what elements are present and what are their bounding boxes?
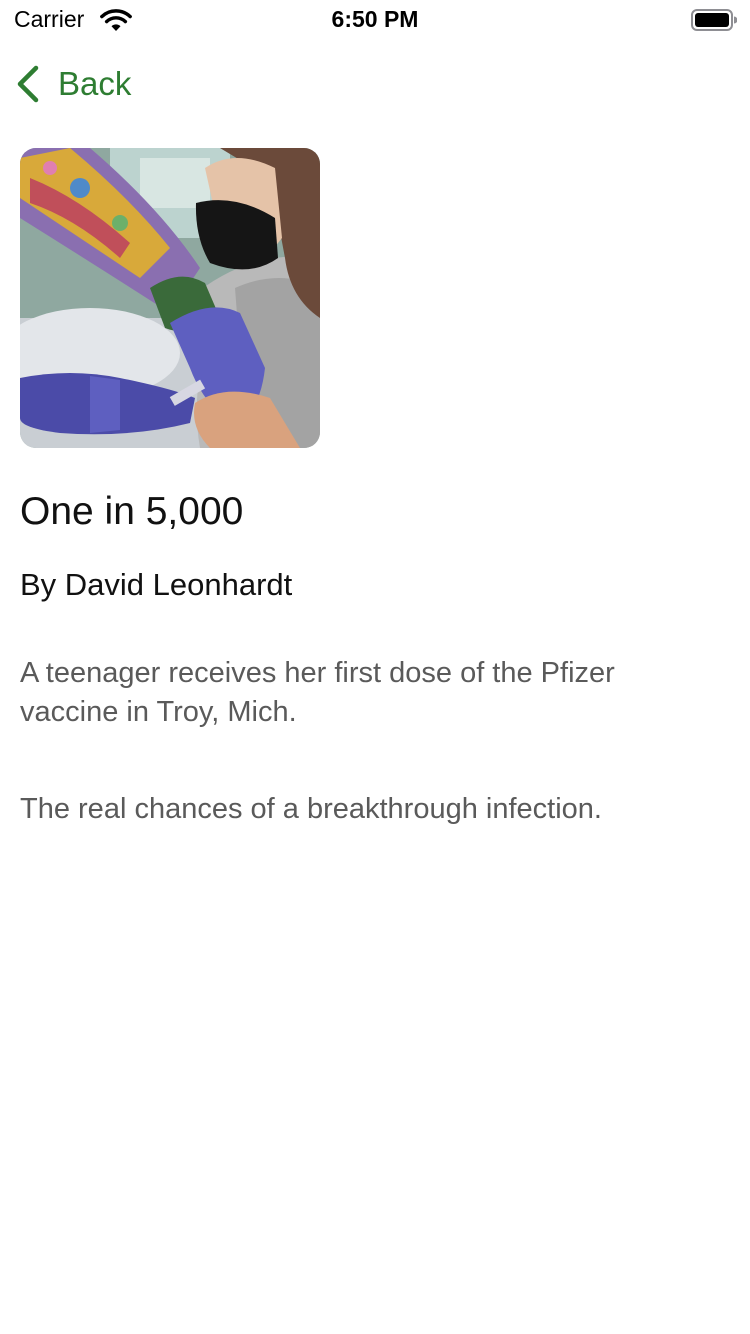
article-title: One in 5,000	[20, 490, 244, 533]
back-label: Back	[58, 65, 132, 102]
article-byline: By David Leonhardt	[20, 567, 293, 602]
image-caption: A teenager receives her first dose of th…	[20, 657, 615, 728]
article-image	[20, 148, 320, 448]
battery-icon	[691, 9, 737, 31]
clock: 6:50 PM	[331, 6, 419, 32]
chevron-left-icon	[17, 65, 39, 103]
back-button[interactable]: Back	[14, 62, 131, 106]
status-bar: Carrier 6:50 PM	[0, 0, 750, 40]
article-summary: The real chances of a breakthrough infec…	[20, 793, 602, 825]
